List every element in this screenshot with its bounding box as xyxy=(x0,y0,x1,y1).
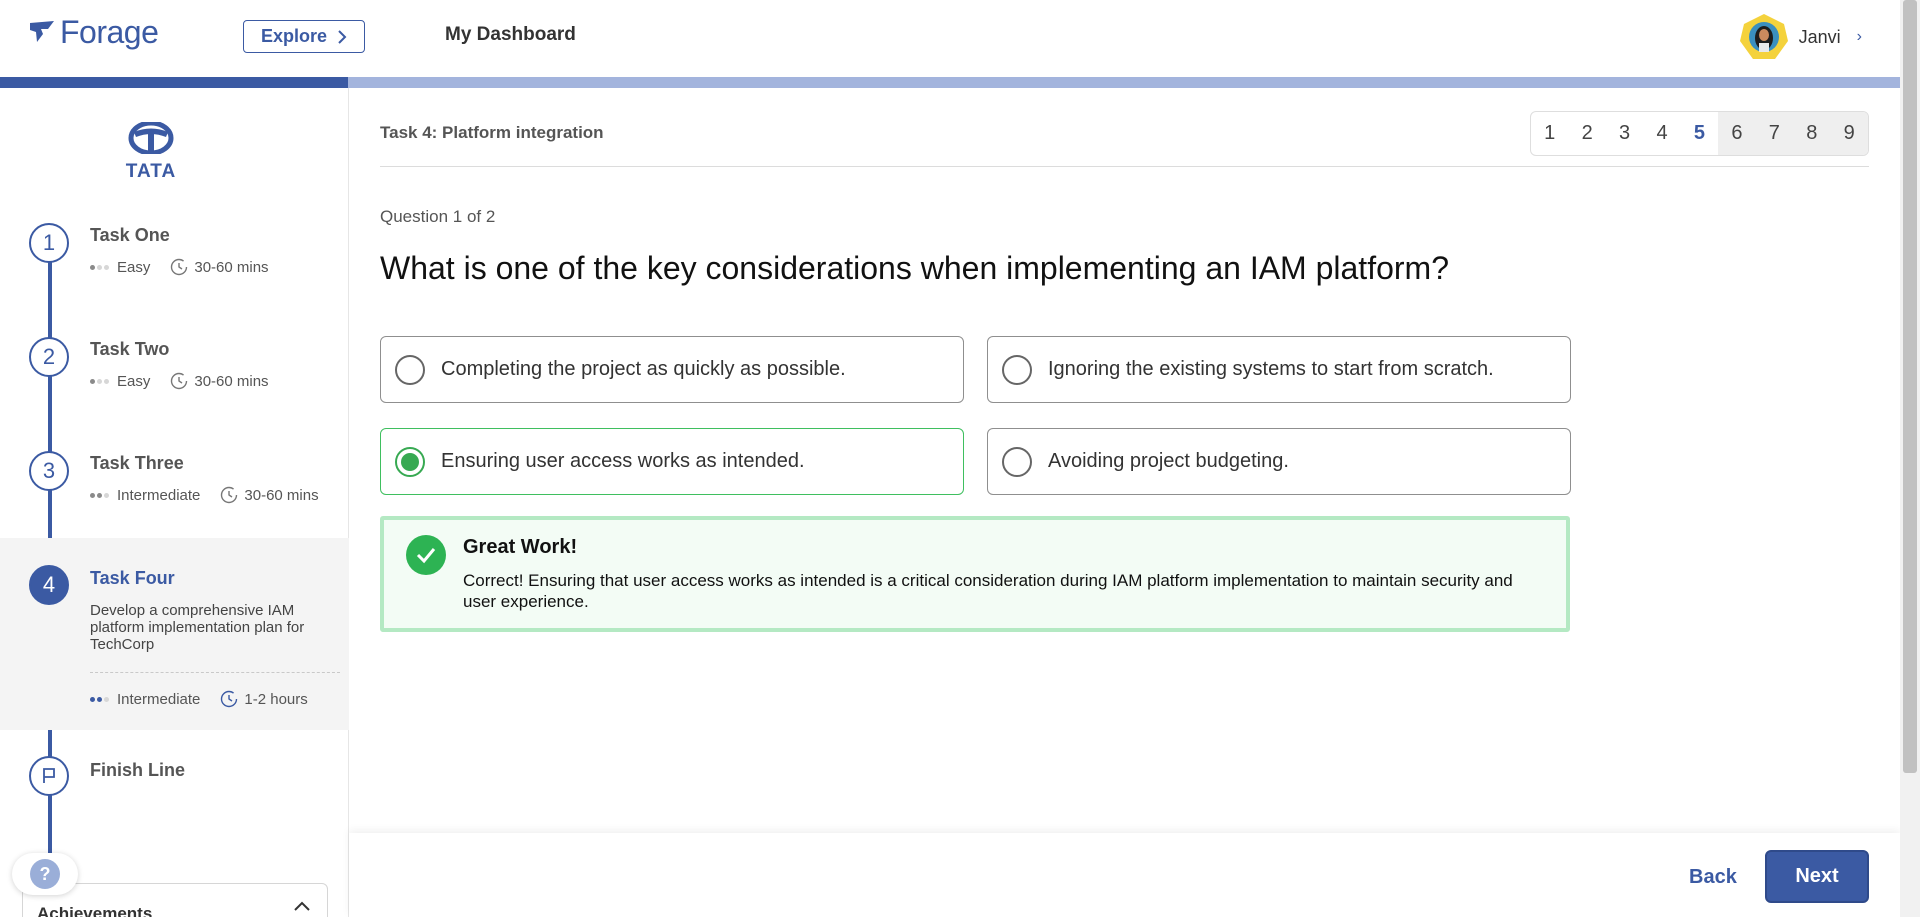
task-title: Task Four xyxy=(90,568,175,588)
task-duration: 30-60 mins xyxy=(194,258,269,276)
company-logo-text: TATA xyxy=(125,161,177,182)
page-number-9[interactable]: 9 xyxy=(1830,112,1868,155)
achievements-label: Achievements xyxy=(37,904,153,917)
task-duration: 1-2 hours xyxy=(244,690,308,708)
task-title: Task Two xyxy=(90,339,170,359)
answer-option[interactable]: Avoiding project budgeting. xyxy=(987,428,1571,495)
sidebar-item-finish-line[interactable]: Finish Line xyxy=(0,748,349,808)
tata-logo-icon xyxy=(128,120,174,156)
task-sidebar: TATA 1 Task One Easy 30-60 mins 2 Task T… xyxy=(0,88,349,917)
clock-icon xyxy=(221,690,238,708)
sidebar-item-task-two[interactable]: 2 Task Two Easy 30-60 mins xyxy=(0,329,349,429)
task-difficulty: Easy xyxy=(117,372,151,390)
course-progress-bar xyxy=(0,77,1900,88)
answer-option[interactable]: Ensuring user access works as intended. xyxy=(380,428,964,495)
page-number-7[interactable]: 7 xyxy=(1755,112,1794,155)
forage-logo-icon xyxy=(30,20,54,42)
avatar xyxy=(1739,13,1789,61)
page-number-8[interactable]: 8 xyxy=(1793,112,1831,155)
question-text: What is one of the key considerations wh… xyxy=(380,250,1449,286)
task-meta: Intermediate 1-2 hours xyxy=(90,690,308,708)
main-content: Task 4: Platform integration 123456789 Q… xyxy=(349,88,1900,917)
forage-logo[interactable]: Forage xyxy=(28,14,159,51)
sidebar-item-task-one[interactable]: 1 Task One Easy 30-60 mins xyxy=(0,215,349,315)
chevron-up-icon xyxy=(294,901,310,911)
answer-option-label: Avoiding project budgeting. xyxy=(1048,450,1289,472)
task-number-badge: 2 xyxy=(29,337,69,377)
progress-fill xyxy=(0,77,348,88)
task-header: Task 4: Platform integration xyxy=(380,123,604,142)
step-pager: 123456789 xyxy=(1530,111,1869,156)
difficulty-dots-icon xyxy=(90,696,109,702)
feedback-title: Great Work! xyxy=(463,536,578,558)
task-description: Develop a comprehensive IAM platform imp… xyxy=(90,602,305,653)
task-title: Task One xyxy=(90,225,170,245)
clock-icon xyxy=(221,486,238,504)
page-number-6[interactable]: 6 xyxy=(1718,112,1756,155)
answer-option-label: Completing the project as quickly as pos… xyxy=(441,358,846,380)
radio-button[interactable] xyxy=(395,354,425,385)
task-meta: Intermediate 30-60 mins xyxy=(90,486,319,504)
sidebar-item-task-four[interactable]: 4 Task Four Develop a comprehensive IAM … xyxy=(0,538,349,730)
task-duration: 30-60 mins xyxy=(244,486,319,504)
task-number-badge: 4 xyxy=(29,565,69,605)
answer-option-label: Ensuring user access works as intended. xyxy=(441,450,805,472)
radio-selected-dot xyxy=(401,452,419,471)
answer-option[interactable]: Ignoring the existing systems to start f… xyxy=(987,336,1571,403)
page-number-2[interactable]: 2 xyxy=(1568,112,1605,155)
page-number-4[interactable]: 4 xyxy=(1643,112,1680,155)
radio-button[interactable] xyxy=(1002,354,1032,385)
radio-button[interactable] xyxy=(395,446,425,477)
task-difficulty: Easy xyxy=(117,258,151,276)
back-button[interactable]: Back xyxy=(1689,866,1737,889)
chevron-right-icon xyxy=(338,29,347,44)
top-navigation-bar: Forage Explore My Dashboard Janvi › xyxy=(0,0,1900,77)
scrollbar-thumb[interactable] xyxy=(1903,0,1917,773)
task-title: Task Three xyxy=(90,453,184,473)
page-number-1[interactable]: 1 xyxy=(1531,112,1568,155)
header-divider xyxy=(380,166,1869,167)
page-number-3[interactable]: 3 xyxy=(1606,112,1643,155)
task-divider xyxy=(90,672,340,673)
check-circle-icon xyxy=(406,535,446,575)
user-menu[interactable]: Janvi › xyxy=(1739,13,1862,61)
question-count: Question 1 of 2 xyxy=(380,207,496,226)
help-button[interactable]: ? xyxy=(12,853,78,895)
task-number-badge: 3 xyxy=(29,451,69,491)
clock-icon xyxy=(171,372,188,390)
feedback-panel: Great Work! Correct! Ensuring that user … xyxy=(380,516,1570,632)
help-icon: ? xyxy=(30,859,60,889)
sidebar-item-task-three[interactable]: 3 Task Three Intermediate 30-60 mins xyxy=(0,443,349,543)
finish-badge xyxy=(29,756,69,796)
task-number-badge: 1 xyxy=(29,223,69,263)
explore-button[interactable]: Explore xyxy=(243,20,365,53)
task-title: Finish Line xyxy=(90,760,186,780)
explore-label: Explore xyxy=(260,26,328,46)
task-difficulty: Intermediate xyxy=(117,690,201,708)
answer-option-label: Ignoring the existing systems to start f… xyxy=(1048,358,1494,380)
next-button[interactable]: Next xyxy=(1765,850,1869,903)
feedback-body: Correct! Ensuring that user access works… xyxy=(463,571,1513,611)
task-meta: Easy 30-60 mins xyxy=(90,372,269,390)
task-meta: Easy 30-60 mins xyxy=(90,258,269,276)
footer-bar: Back Next xyxy=(349,833,1900,917)
chevron-right-icon: › xyxy=(1856,28,1862,45)
company-logo: TATA xyxy=(120,120,182,183)
answer-option[interactable]: Completing the project as quickly as pos… xyxy=(380,336,964,403)
flag-icon xyxy=(43,768,55,783)
difficulty-dots-icon xyxy=(90,264,109,270)
clock-icon xyxy=(171,258,188,276)
user-name: Janvi xyxy=(1798,26,1841,47)
page-scrollbar[interactable] xyxy=(1900,0,1920,917)
difficulty-dots-icon xyxy=(90,492,109,498)
difficulty-dots-icon xyxy=(90,378,109,384)
task-difficulty: Intermediate xyxy=(117,486,201,504)
page-number-5[interactable]: 5 xyxy=(1681,112,1718,155)
task-duration: 30-60 mins xyxy=(194,372,269,390)
radio-button[interactable] xyxy=(1002,446,1032,477)
forage-logo-text: Forage xyxy=(60,14,159,50)
my-dashboard-link[interactable]: My Dashboard xyxy=(445,24,576,46)
